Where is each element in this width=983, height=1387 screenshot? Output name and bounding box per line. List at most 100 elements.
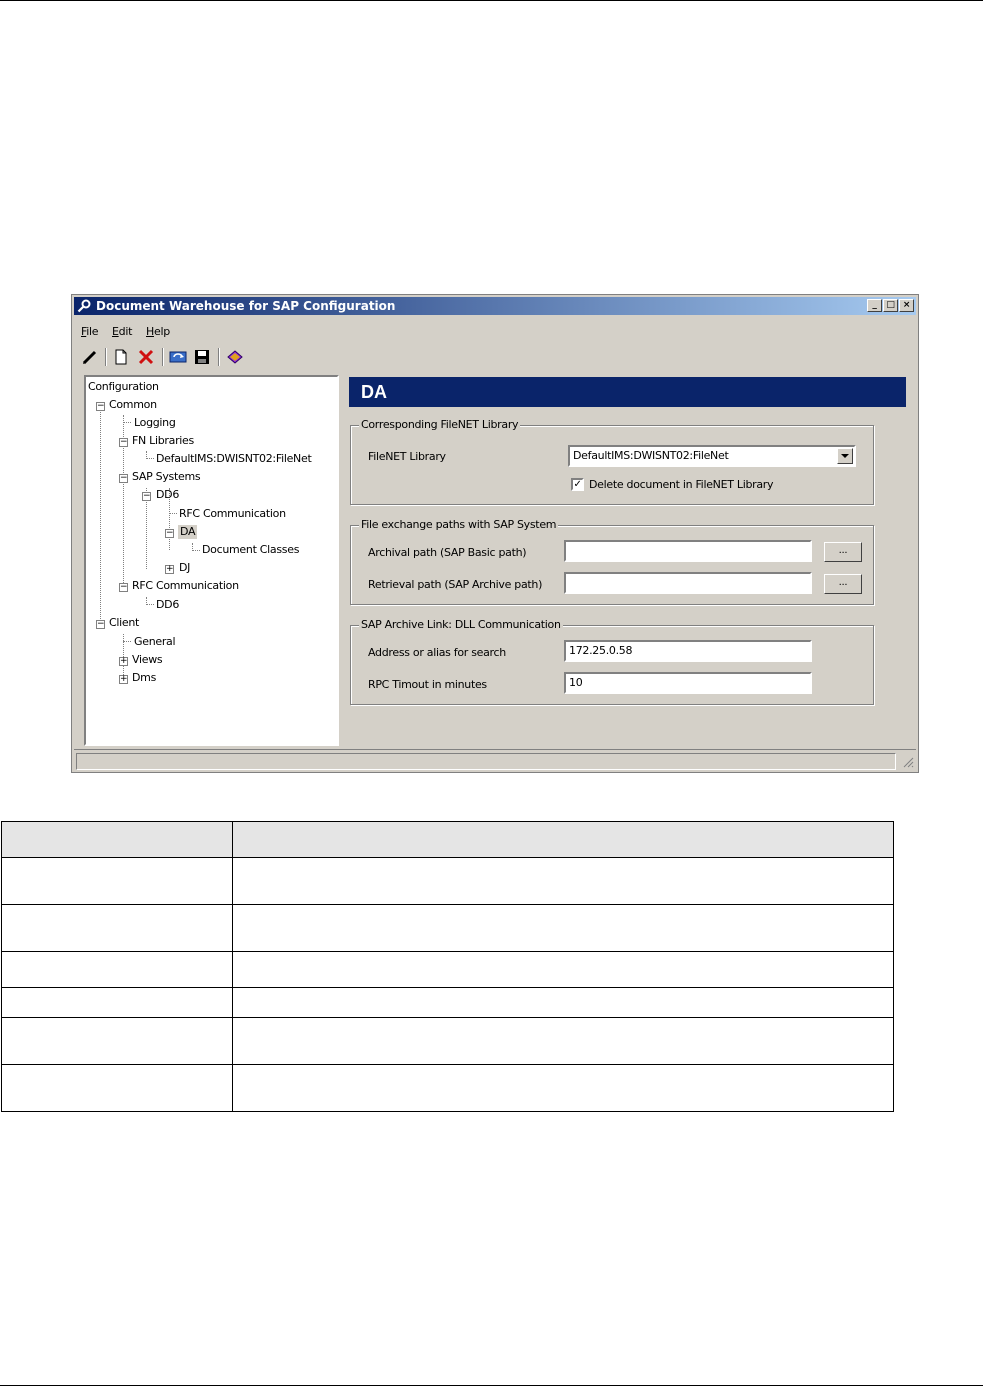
collapse-icon[interactable]: − — [119, 474, 128, 483]
tree-item-dd6-rfc[interactable]: DD6 — [156, 598, 179, 612]
address-input[interactable]: 172.25.0.58 — [564, 640, 812, 662]
resize-grip-icon[interactable] — [902, 756, 914, 768]
refresh-icon[interactable] — [168, 347, 188, 367]
table-cell — [1, 987, 233, 1018]
menu-help[interactable]: Help — [146, 325, 170, 338]
tree-line — [169, 513, 177, 514]
top-rule — [0, 0, 983, 1]
table-row — [1, 1017, 894, 1065]
collapse-icon[interactable]: − — [96, 620, 105, 629]
menu-file[interactable]: File — [81, 325, 99, 338]
tree-item-rfc-communication-root[interactable]: RFC Communication — [132, 579, 239, 593]
table-cell — [1, 1017, 233, 1065]
expand-icon[interactable]: + — [119, 657, 128, 666]
tree-item-da[interactable]: DA — [178, 525, 198, 539]
table-header-row — [1, 821, 894, 858]
retrieval-path-label: Retrieval path (SAP Archive path) — [368, 578, 543, 591]
new-document-icon[interactable] — [111, 347, 131, 367]
retrieval-path-input[interactable] — [564, 572, 812, 594]
table-cell — [232, 1064, 894, 1112]
bottom-rule — [0, 1385, 983, 1386]
table-cell — [1, 904, 233, 952]
panel-header: DA — [349, 377, 906, 407]
tree-line — [123, 422, 131, 423]
toolbar-separator — [105, 348, 107, 366]
tree-line — [123, 641, 131, 642]
tree-item-configuration[interactable]: Configuration — [88, 380, 159, 394]
group-label: File exchange paths with SAP System — [359, 518, 559, 531]
wrench-icon — [77, 299, 91, 313]
collapse-icon[interactable]: − — [119, 438, 128, 447]
tree-item-fn-default[interactable]: DefaultIMS:DWISNT02:FileNet — [156, 452, 312, 466]
tree-line — [146, 604, 154, 605]
table-row — [1, 987, 894, 1018]
rpc-timeout-input[interactable]: 10 — [564, 672, 812, 694]
tree-item-dms[interactable]: Dms — [132, 671, 156, 685]
tree-line — [146, 458, 154, 459]
table-cell — [232, 904, 894, 952]
filenet-library-label: FileNET Library — [368, 450, 446, 463]
table-cell — [1, 1064, 233, 1112]
table-row — [1, 904, 894, 952]
toolbar-separator — [218, 348, 220, 366]
table-row — [1, 1064, 894, 1112]
chevron-down-icon[interactable] — [837, 448, 853, 464]
status-bar — [74, 749, 916, 770]
table-row — [1, 857, 894, 905]
tree-item-views[interactable]: Views — [132, 653, 163, 667]
toolbar — [78, 345, 908, 369]
archival-path-input[interactable] — [564, 540, 812, 562]
tree-item-dd6[interactable]: DD6 — [156, 488, 179, 502]
config-window: Document Warehouse for SAP Configuration… — [71, 294, 919, 773]
tree-item-rfc-communication[interactable]: RFC Communication — [179, 507, 286, 521]
table-row — [1, 951, 894, 988]
tree-item-common[interactable]: Common — [109, 398, 157, 412]
table-cell — [232, 1017, 894, 1065]
tree-item-sap-systems[interactable]: SAP Systems — [132, 470, 201, 484]
window-title: Document Warehouse for SAP Configuration — [96, 299, 396, 313]
group-archive-link: SAP Archive Link: DLL Communication Addr… — [350, 618, 874, 705]
tree-item-dj[interactable]: DJ — [179, 561, 190, 575]
collapse-icon[interactable]: − — [96, 402, 105, 411]
group-filenet-library: Corresponding FileNET Library FileNET Li… — [350, 418, 874, 505]
close-button[interactable]: × — [899, 299, 914, 312]
retrieval-browse-button[interactable]: ... — [824, 574, 862, 594]
table-cell — [232, 857, 894, 905]
filenet-library-select[interactable]: DefaultIMS:DWISNT02:FileNet — [568, 445, 856, 467]
title-bar[interactable]: Document Warehouse for SAP Configuration… — [74, 297, 916, 315]
delete-document-checkbox[interactable]: ✓ — [571, 478, 584, 491]
book-icon[interactable] — [225, 347, 245, 367]
collapse-icon[interactable]: − — [119, 583, 128, 592]
address-label: Address or alias for search — [368, 646, 506, 659]
pen-icon[interactable] — [80, 347, 100, 367]
archival-browse-button[interactable]: ... — [824, 542, 862, 562]
config-tree[interactable]: Configuration − Common Logging − FN Libr… — [84, 375, 339, 746]
tree-item-logging[interactable]: Logging — [134, 416, 176, 430]
expand-icon[interactable]: + — [119, 675, 128, 684]
filenet-library-value: DefaultIMS:DWISNT02:FileNet — [573, 449, 729, 462]
menu-edit[interactable]: Edit — [112, 325, 132, 338]
tree-line — [100, 407, 101, 621]
tree-item-client[interactable]: Client — [109, 616, 139, 630]
rpc-timeout-label: RPC Timout in minutes — [368, 678, 487, 691]
tree-item-document-classes[interactable]: Document Classes — [202, 543, 299, 557]
delete-document-label: Delete document in FileNET Library — [589, 478, 774, 491]
collapse-icon[interactable]: − — [165, 529, 174, 538]
table-cell — [1, 857, 233, 905]
group-label: Corresponding FileNET Library — [359, 418, 521, 431]
toolbar-separator — [162, 348, 164, 366]
archival-path-label: Archival path (SAP Basic path) — [368, 546, 527, 559]
save-icon[interactable] — [192, 347, 212, 367]
group-label: SAP Archive Link: DLL Communication — [359, 618, 563, 631]
collapse-icon[interactable]: − — [142, 492, 151, 501]
table-cell — [1, 821, 233, 858]
tree-item-fn-libraries[interactable]: FN Libraries — [132, 434, 194, 448]
group-file-exchange: File exchange paths with SAP System Arch… — [350, 518, 874, 605]
tree-item-general[interactable]: General — [134, 635, 176, 649]
table-cell — [232, 987, 894, 1018]
minimize-button[interactable]: _ — [867, 299, 882, 312]
tree-line — [192, 550, 200, 551]
expand-icon[interactable]: + — [165, 565, 174, 574]
maximize-button[interactable]: □ — [883, 299, 898, 312]
delete-icon[interactable] — [136, 347, 156, 367]
